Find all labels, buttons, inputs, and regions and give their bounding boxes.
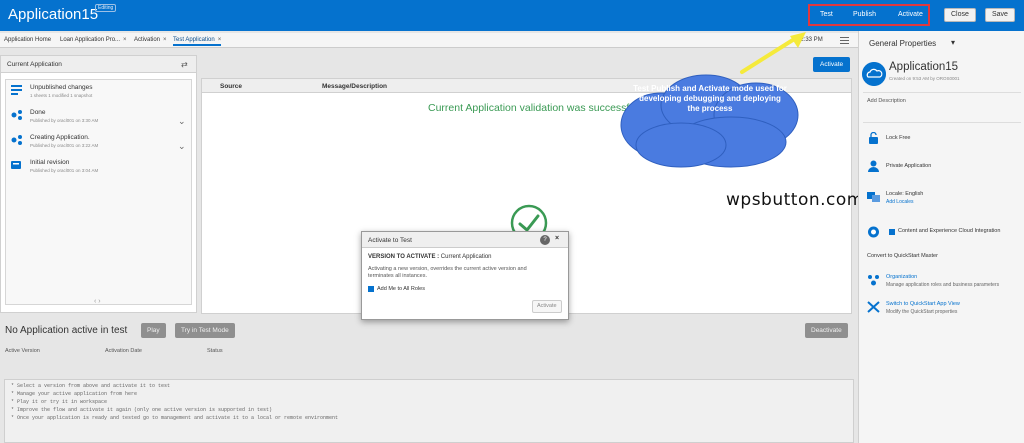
- play-button[interactable]: Play: [141, 323, 166, 338]
- current-application-label: Current Application: [7, 61, 62, 68]
- application-cloud-icon: [862, 62, 886, 86]
- deactivate-button[interactable]: Deactivate: [805, 323, 848, 338]
- list-item[interactable]: Done Published by oracl001 on 3:30 AM ⌄: [6, 107, 191, 131]
- organization-icon: [868, 275, 879, 286]
- close-button[interactable]: Close: [944, 8, 976, 22]
- close-icon[interactable]: ×: [163, 37, 167, 43]
- app-title: Application15: [8, 6, 99, 23]
- instruction-line: * Once your application is ready and tes…: [11, 415, 339, 421]
- annotation-text: Test Publish and Activate mode used for …: [633, 84, 787, 113]
- validation-message: Current Application validation was succe…: [428, 102, 638, 114]
- divider: [863, 92, 1021, 93]
- convert-quickstart-link[interactable]: Convert to QuickStart Master: [867, 253, 938, 259]
- quickstart-link[interactable]: Switch to QuickStart App View: [886, 301, 960, 307]
- test-status-title: No Application active in test: [5, 325, 128, 336]
- revision-title: Initial revision: [30, 159, 70, 166]
- tab-activation[interactable]: Activation ×: [134, 37, 167, 43]
- panel-title: General Properties: [869, 39, 937, 48]
- scroll-arrows-icon[interactable]: ‹ ›: [94, 298, 101, 305]
- tab-loan-application[interactable]: Loan Application Pro... ×: [60, 37, 127, 43]
- divider: [863, 122, 1021, 123]
- private-application-label[interactable]: Private Application: [886, 163, 931, 169]
- lock-icon: [869, 132, 878, 144]
- revision-icon: [11, 161, 21, 169]
- save-button[interactable]: Save: [985, 8, 1015, 22]
- dialog-info-text: Activating a new version, overrides the …: [368, 266, 527, 279]
- revision-subtitle: Published by oracl001 on 3:22 AM: [30, 143, 99, 148]
- swap-icon[interactable]: ⇄: [181, 60, 188, 69]
- current-application-header[interactable]: Current Application ⇄: [1, 56, 196, 73]
- column-header-source: Source: [220, 83, 243, 90]
- lock-free-label[interactable]: Lock Free: [886, 135, 910, 141]
- application-created: Created on 9:53 AM by OROS0001: [889, 76, 960, 81]
- locale-icon: [867, 192, 880, 202]
- column-header-active-version: Active Version: [5, 348, 40, 354]
- help-icon[interactable]: ?: [540, 235, 550, 245]
- list-item[interactable]: Initial revision Published by oracl001 o…: [6, 157, 191, 181]
- locale-label: Locale: English: [886, 191, 924, 197]
- general-properties-panel: General Properties ▾ Application15 Creat…: [858, 31, 1024, 443]
- add-me-to-roles-checkbox[interactable]: [368, 286, 374, 292]
- versions-panel: Current Application ⇄ Unpublished change…: [0, 55, 197, 313]
- chevron-down-icon[interactable]: ⌄: [178, 141, 186, 152]
- chevron-down-icon[interactable]: ⌄: [178, 116, 186, 127]
- dialog-title: Activate to Test: [368, 237, 412, 244]
- chevron-down-icon[interactable]: ▾: [951, 38, 955, 47]
- content-integration-label: Content and Experience Cloud Integration: [898, 228, 1001, 234]
- content-cloud-icon: [868, 226, 879, 238]
- add-locales-link[interactable]: Add Locales: [886, 199, 914, 205]
- tab-application-home[interactable]: Application Home: [4, 37, 51, 43]
- add-description-link[interactable]: Add Description: [867, 98, 906, 104]
- activate-mode-button[interactable]: Activate: [898, 11, 923, 18]
- instruction-line: * Improve the flow and activate it again…: [11, 407, 273, 413]
- activate-to-test-dialog: Activate to Test ? × VERSION TO ACTIVATE…: [361, 231, 569, 320]
- close-icon[interactable]: ×: [555, 235, 559, 242]
- revision-subtitle: Published by oracl001 on 3:04 AM: [30, 168, 99, 173]
- switch-view-icon: [867, 301, 880, 313]
- list-item[interactable]: Unpublished changes 1 sheets 1 modified …: [6, 82, 191, 106]
- revision-icon: [11, 110, 22, 120]
- organization-link[interactable]: Organization: [886, 274, 917, 280]
- column-header-message: Message/Description: [322, 83, 388, 90]
- revision-subtitle: 1 sheets 1 modified 1 snapshot: [30, 93, 93, 98]
- user-icon: [868, 160, 879, 172]
- test-button[interactable]: Test: [820, 11, 833, 18]
- revision-list: Unpublished changes 1 sheets 1 modified …: [5, 79, 192, 305]
- top-bar: Application15 Editing Test Publish Activ…: [0, 0, 1024, 31]
- instruction-line: * Select a version from above and activa…: [11, 383, 171, 389]
- version-value: Current Application: [440, 254, 492, 260]
- version-to-activate: VERSION TO ACTIVATE : Current Applicatio…: [368, 254, 492, 260]
- close-icon[interactable]: ×: [218, 37, 222, 43]
- revision-subtitle: Published by oracl001 on 3:30 AM: [30, 118, 99, 123]
- column-header-activation-date: Activation Date: [105, 348, 142, 354]
- activate-button[interactable]: Activate: [813, 57, 851, 72]
- organization-description: Manage application roles and business pa…: [886, 282, 1000, 288]
- add-me-to-roles-label: Add Me to All Roles: [377, 286, 425, 292]
- changes-icon: [11, 85, 22, 95]
- tab-test-application[interactable]: Test Application ×: [173, 37, 222, 46]
- revision-title: Creating Application.: [30, 134, 90, 141]
- instructions-box: * Select a version from above and activa…: [4, 379, 854, 443]
- watermark: wpsbutton.com: [726, 190, 864, 210]
- list-item[interactable]: Creating Application. Published by oracl…: [6, 132, 191, 156]
- content-integration-checkbox[interactable]: [889, 229, 895, 235]
- dialog-header: Activate to Test ? ×: [362, 232, 568, 248]
- revision-title: Done: [30, 109, 46, 116]
- instruction-line: * Play it or try it in workspace: [11, 399, 108, 405]
- editing-badge: Editing: [95, 4, 117, 12]
- try-in-test-mode-button[interactable]: Try in Test Mode: [175, 323, 235, 338]
- application-name: Application15: [889, 61, 959, 73]
- quickstart-description: Modify the QuickStart properties: [886, 309, 958, 315]
- revision-icon: [11, 135, 22, 145]
- publish-button[interactable]: Publish: [853, 11, 876, 18]
- column-header-status: Status: [207, 348, 223, 354]
- close-icon[interactable]: ×: [123, 37, 127, 43]
- instruction-line: * Manage your active application from he…: [11, 391, 138, 397]
- hamburger-menu-icon[interactable]: [840, 37, 849, 44]
- revision-title: Unpublished changes: [30, 84, 93, 91]
- dialog-activate-button[interactable]: Activate: [532, 300, 562, 313]
